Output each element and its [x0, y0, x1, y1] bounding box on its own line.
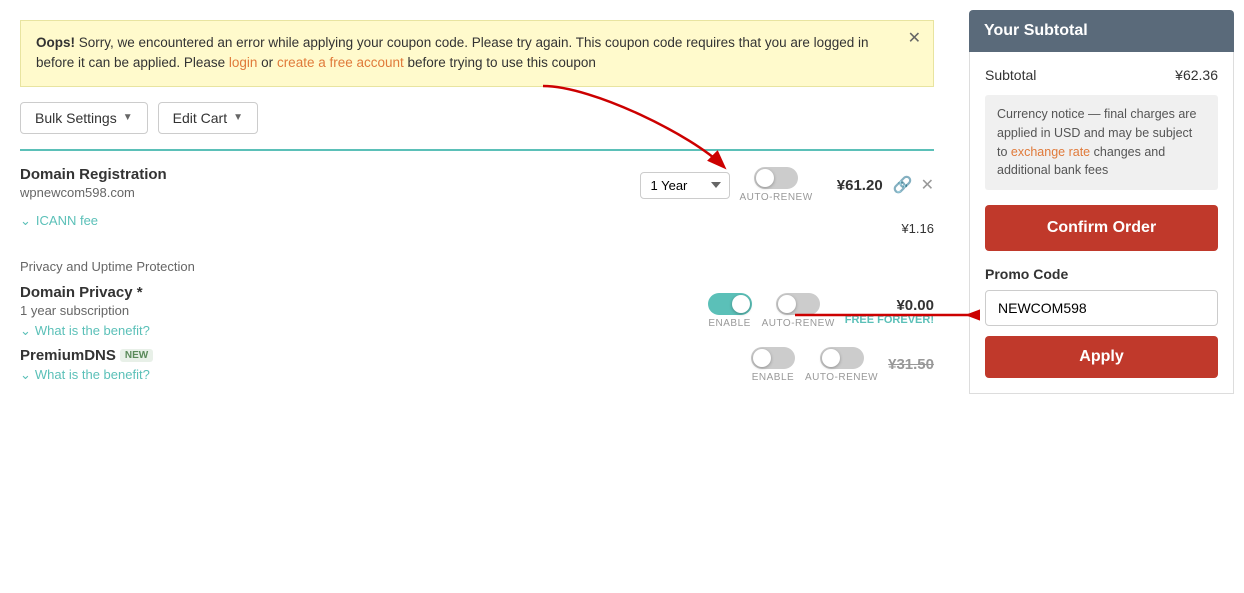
premium-dns-enable-toggle[interactable]: ENABLE: [751, 347, 795, 383]
domain-privacy-autorenew-track[interactable]: [776, 293, 820, 315]
privacy-section-header: Privacy and Uptime Protection: [20, 259, 934, 274]
benefit-chevron-icon: ⌄: [20, 323, 31, 339]
premium-dns-enable-track[interactable]: [751, 347, 795, 369]
alert-suffix: before trying to use this coupon: [404, 55, 596, 70]
domain-privacy-enable-knob: [732, 295, 750, 313]
icann-chevron-icon: ⌄: [20, 213, 31, 229]
domain-actions: 🔗 ✕: [893, 175, 934, 195]
domain-auto-renew-toggle[interactable]: AUTO-RENEW: [740, 167, 813, 203]
year-select[interactable]: 1 Year: [640, 172, 730, 199]
premium-dns-title: PremiumDNSNEW: [20, 347, 741, 364]
promo-label: Promo Code: [985, 266, 1218, 282]
alert-create-account-link[interactable]: create a free account: [277, 55, 404, 70]
toolbar: Bulk Settings ▼ Edit Cart ▼: [20, 102, 934, 134]
domain-privacy-enable-label: ENABLE: [708, 318, 750, 329]
alert-banner: ✕ Oops! Sorry, we encountered an error w…: [20, 20, 934, 87]
domain-privacy-controls: ENABLE AUTO-RENEW ¥0.00 FREE FOREVER!: [708, 293, 934, 329]
confirm-order-button[interactable]: Confirm Order: [985, 205, 1218, 251]
alert-or: or: [257, 55, 277, 70]
currency-notice: Currency notice — final charges are appl…: [985, 95, 1218, 190]
domain-auto-renew-track[interactable]: [754, 167, 798, 189]
premium-dns-new-badge: NEW: [120, 349, 153, 362]
domain-registration-row: Domain Registration wpnewcom598.com 1 Ye…: [20, 166, 934, 205]
domain-privacy-enable-toggle[interactable]: ENABLE: [708, 293, 752, 329]
alert-login-link[interactable]: login: [229, 55, 258, 70]
premium-dns-enable-label: ENABLE: [752, 372, 794, 383]
domain-registration-info: Domain Registration wpnewcom598.com: [20, 166, 630, 205]
alert-text: Oops! Sorry, we encountered an error whi…: [36, 35, 868, 70]
domain-registration-title: Domain Registration: [20, 166, 630, 183]
subtotal-label: Subtotal: [985, 67, 1036, 83]
domain-remove-icon[interactable]: ✕: [921, 175, 934, 195]
domain-registration-controls: 1 Year AUTO-RENEW ¥61.20 🔗 ✕: [640, 167, 934, 203]
domain-privacy-autorenew-knob: [778, 295, 796, 313]
premium-dns-autorenew-track[interactable]: [820, 347, 864, 369]
domain-privacy-price-block: ¥0.00 FREE FOREVER!: [845, 297, 934, 326]
domain-privacy-benefit-link[interactable]: ⌄ What is the benefit?: [20, 323, 698, 339]
edit-cart-button[interactable]: Edit Cart ▼: [158, 102, 258, 134]
exchange-rate-link[interactable]: exchange rate: [1011, 145, 1090, 159]
edit-cart-arrow-icon: ▼: [233, 112, 243, 123]
sidebar: Your Subtotal Subtotal ¥62.36 Currency n…: [954, 10, 1234, 583]
domain-privacy-info: Domain Privacy * 1 year subscription ⌄ W…: [20, 284, 698, 339]
domain-link-icon[interactable]: 🔗: [893, 175, 913, 195]
alert-close-button[interactable]: ✕: [908, 31, 921, 47]
premium-dns-autorenew-knob: [822, 349, 840, 367]
page-wrapper: ✕ Oops! Sorry, we encountered an error w…: [0, 0, 1244, 593]
promo-input-container: [985, 290, 1218, 336]
main-content: ✕ Oops! Sorry, we encountered an error w…: [10, 10, 954, 583]
premium-dns-row: PremiumDNSNEW ⌄ What is the benefit? ENA…: [20, 347, 934, 383]
icann-fee-label: ICANN fee: [36, 213, 98, 228]
domain-privacy-autorenew-label: AUTO-RENEW: [762, 318, 835, 329]
subtotal-value: ¥62.36: [1175, 67, 1218, 83]
domain-privacy-row: Domain Privacy * 1 year subscription ⌄ W…: [20, 284, 934, 339]
premium-dns-controls: ENABLE AUTO-RENEW ¥31.50: [751, 347, 934, 383]
bulk-settings-label: Bulk Settings: [35, 110, 117, 126]
edit-cart-label: Edit Cart: [173, 110, 227, 126]
sidebar-header: Your Subtotal: [969, 10, 1234, 52]
premium-dns-benefit-chevron-icon: ⌄: [20, 367, 31, 383]
bulk-settings-button[interactable]: Bulk Settings ▼: [20, 102, 148, 134]
domain-price: ¥61.20: [823, 177, 883, 194]
icann-fee-price: ¥1.16: [901, 221, 934, 236]
domain-privacy-enable-track[interactable]: [708, 293, 752, 315]
domain-privacy-subtitle: 1 year subscription: [20, 303, 698, 318]
icann-fee-row: ⌄ ICANN fee ¥1.16: [20, 213, 934, 244]
section-divider: [20, 149, 934, 151]
sidebar-body: Subtotal ¥62.36 Currency notice — final …: [969, 52, 1234, 394]
bulk-settings-arrow-icon: ▼: [123, 112, 133, 123]
alert-oops: Oops!: [36, 35, 75, 50]
subtotal-row: Subtotal ¥62.36: [985, 67, 1218, 83]
icann-fee-toggle[interactable]: ⌄ ICANN fee: [20, 213, 98, 229]
domain-name: wpnewcom598.com: [20, 185, 630, 200]
premium-dns-autorenew-label: AUTO-RENEW: [805, 372, 878, 383]
domain-privacy-price: ¥0.00: [845, 297, 934, 314]
domain-auto-renew-label: AUTO-RENEW: [740, 192, 813, 203]
premium-dns-benefit-link[interactable]: ⌄ What is the benefit?: [20, 367, 741, 383]
domain-auto-renew-knob: [756, 169, 774, 187]
promo-code-input[interactable]: [985, 290, 1218, 326]
premium-dns-info: PremiumDNSNEW ⌄ What is the benefit?: [20, 347, 741, 383]
apply-button[interactable]: Apply: [985, 336, 1218, 378]
domain-privacy-free-tag: FREE FOREVER!: [845, 314, 934, 326]
premium-dns-price: ¥31.50: [888, 356, 934, 373]
domain-privacy-autorenew-toggle[interactable]: AUTO-RENEW: [762, 293, 835, 329]
sidebar-title: Your Subtotal: [984, 22, 1088, 39]
premium-dns-autorenew-toggle[interactable]: AUTO-RENEW: [805, 347, 878, 383]
premium-dns-enable-knob: [753, 349, 771, 367]
domain-privacy-title: Domain Privacy *: [20, 284, 698, 301]
